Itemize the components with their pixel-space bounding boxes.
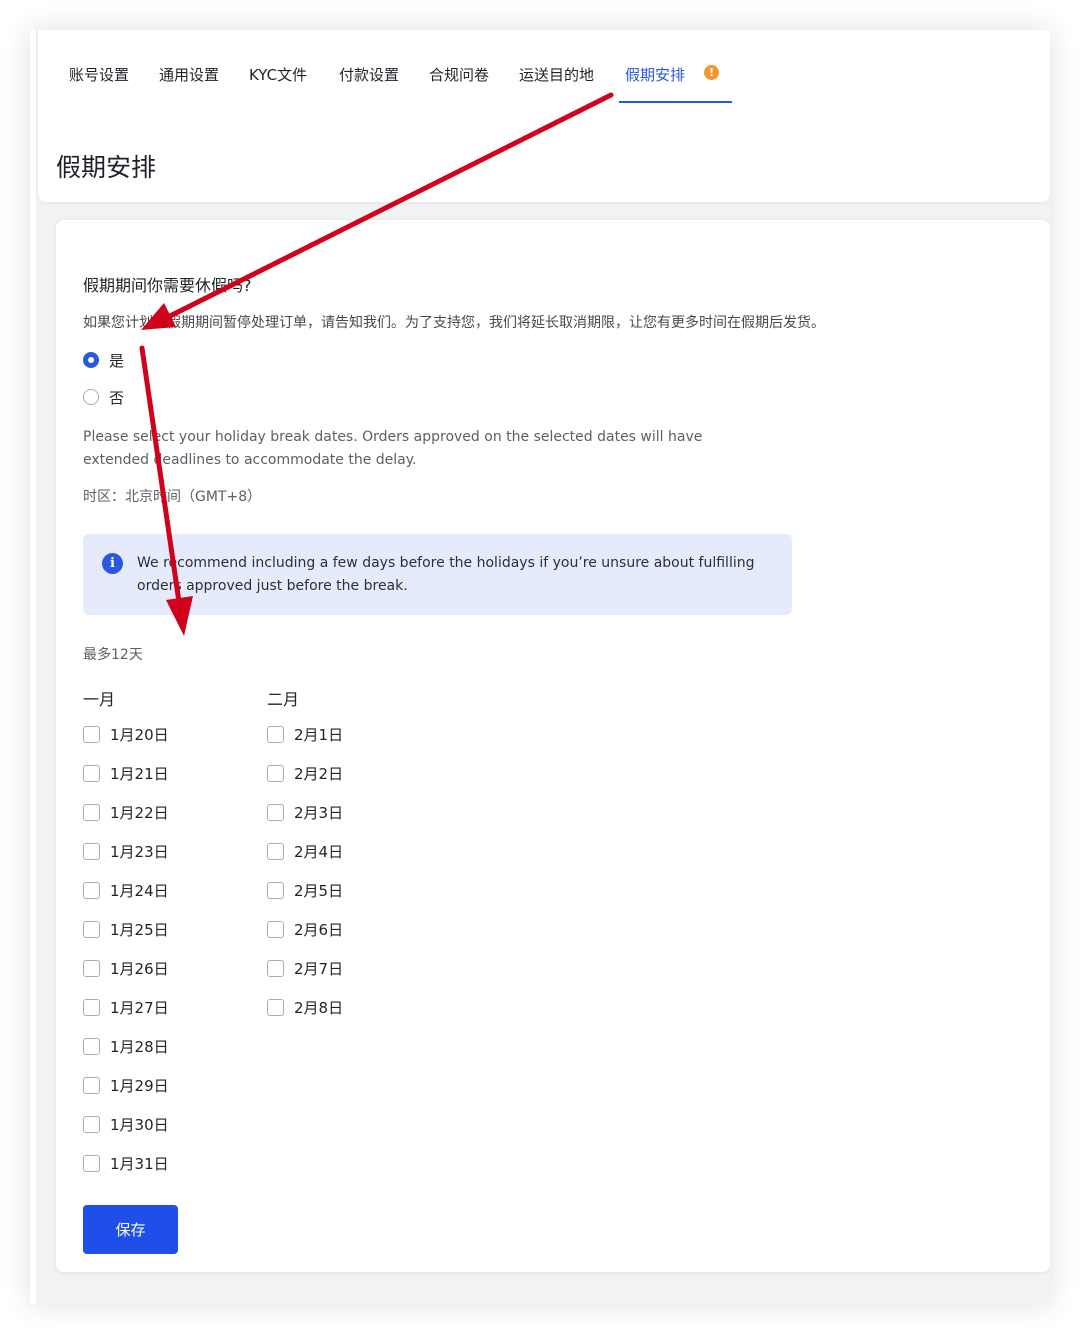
date-checkbox[interactable] — [83, 921, 100, 938]
date-checkbox[interactable] — [83, 960, 100, 977]
date-label: 1月31日 — [110, 1155, 169, 1173]
tab-general-settings[interactable]: 通用设置 — [159, 64, 219, 85]
date-option[interactable]: 2月5日 — [267, 881, 343, 920]
sidebar-edge — [30, 30, 36, 1304]
date-label: 1月30日 — [110, 1116, 169, 1134]
date-label: 2月2日 — [294, 765, 344, 783]
date-option[interactable]: 1月29日 — [83, 1076, 169, 1115]
date-label: 1月20日 — [110, 726, 169, 744]
date-option[interactable]: 1月27日 — [83, 998, 169, 1037]
tab-holiday-schedule[interactable]: 假期安排 — [625, 64, 685, 85]
info-banner: i We recommend including a few days befo… — [83, 534, 792, 615]
date-option[interactable]: 1月25日 — [83, 920, 169, 959]
date-checkbox[interactable] — [83, 1116, 100, 1133]
max-days-label: 最多12天 — [83, 647, 143, 663]
save-button[interactable]: 保存 — [83, 1205, 178, 1254]
month-heading-february: 二月 — [267, 690, 300, 709]
january-date-list: 1月20日 1月21日 1月22日 1月23日 1月24日 1月25日 1月26… — [83, 725, 169, 1193]
radio-button-no[interactable] — [83, 389, 99, 405]
radio-option-yes[interactable]: 是 — [83, 350, 124, 370]
date-checkbox[interactable] — [267, 960, 284, 977]
question-description: 如果您计划在假期期间暂停处理订单，请告知我们。为了支持您，我们将延长取消期限，让… — [83, 315, 825, 331]
date-option[interactable]: 2月7日 — [267, 959, 343, 998]
app-window: 账号设置 通用设置 KYC文件 付款设置 合规问卷 运送目的地 假期安排 ! 假… — [30, 30, 1050, 1304]
alert-icon: ! — [704, 65, 719, 80]
tab-account-settings[interactable]: 账号设置 — [69, 64, 129, 85]
date-label: 2月8日 — [294, 999, 344, 1017]
date-option[interactable]: 1月26日 — [83, 959, 169, 998]
date-checkbox[interactable] — [83, 1038, 100, 1055]
date-option[interactable]: 2月4日 — [267, 842, 343, 881]
date-checkbox[interactable] — [83, 999, 100, 1016]
tab-shipping-destinations[interactable]: 运送目的地 — [519, 64, 594, 85]
date-label: 1月29日 — [110, 1077, 169, 1095]
date-option[interactable]: 1月30日 — [83, 1115, 169, 1154]
radio-label-no: 否 — [109, 388, 125, 407]
date-option[interactable]: 1月23日 — [83, 842, 169, 881]
date-option[interactable]: 2月3日 — [267, 803, 343, 842]
date-checkbox[interactable] — [83, 765, 100, 782]
radio-button-yes[interactable] — [83, 352, 99, 368]
date-option[interactable]: 1月20日 — [83, 725, 169, 764]
date-checkbox[interactable] — [83, 882, 100, 899]
date-checkbox[interactable] — [267, 843, 284, 860]
date-checkbox[interactable] — [83, 726, 100, 743]
date-checkbox[interactable] — [267, 882, 284, 899]
date-checkbox[interactable] — [267, 804, 284, 821]
date-option[interactable]: 2月1日 — [267, 725, 343, 764]
radio-label-yes: 是 — [109, 351, 125, 370]
date-option[interactable]: 1月31日 — [83, 1154, 169, 1193]
info-banner-text: We recommend including a few days before… — [137, 555, 755, 594]
date-label: 1月21日 — [110, 765, 169, 783]
date-option[interactable]: 1月28日 — [83, 1037, 169, 1076]
active-tab-indicator — [619, 101, 732, 103]
date-label: 1月24日 — [110, 882, 169, 900]
date-option[interactable]: 2月2日 — [267, 764, 343, 803]
tab-payment-settings[interactable]: 付款设置 — [339, 64, 399, 85]
february-date-list: 2月1日 2月2日 2月3日 2月4日 2月5日 2月6日 2月7日 2月8日 — [267, 725, 343, 1037]
tab-compliance-questionnaire[interactable]: 合规问卷 — [429, 64, 489, 85]
radio-option-no[interactable]: 否 — [83, 387, 124, 407]
date-option[interactable]: 2月6日 — [267, 920, 343, 959]
header-card: 账号设置 通用设置 KYC文件 付款设置 合规问卷 运送目的地 假期安排 ! 假… — [38, 30, 1050, 202]
date-label: 2月4日 — [294, 843, 344, 861]
question-title: 假期期间你需要休假吗? — [83, 276, 252, 295]
timezone-label: 时区：北京时间（GMT+8） — [83, 489, 262, 505]
date-checkbox[interactable] — [83, 1155, 100, 1172]
month-heading-january: 一月 — [83, 690, 116, 709]
date-option[interactable]: 2月8日 — [267, 998, 343, 1037]
date-label: 1月26日 — [110, 960, 169, 978]
tab-kyc-documents[interactable]: KYC文件 — [249, 64, 307, 85]
date-option[interactable]: 1月22日 — [83, 803, 169, 842]
date-checkbox[interactable] — [267, 765, 284, 782]
date-checkbox[interactable] — [83, 804, 100, 821]
page-title: 假期安排 — [56, 153, 157, 182]
date-option[interactable]: 1月24日 — [83, 881, 169, 920]
date-checkbox[interactable] — [83, 1077, 100, 1094]
info-icon: i — [102, 553, 123, 574]
date-label: 1月27日 — [110, 999, 169, 1017]
date-label: 2月7日 — [294, 960, 344, 978]
date-checkbox[interactable] — [267, 999, 284, 1016]
date-checkbox[interactable] — [267, 921, 284, 938]
date-label: 2月6日 — [294, 921, 344, 939]
date-label: 2月3日 — [294, 804, 344, 822]
date-label: 1月25日 — [110, 921, 169, 939]
date-checkbox[interactable] — [83, 843, 100, 860]
date-label: 2月1日 — [294, 726, 344, 744]
date-label: 1月22日 — [110, 804, 169, 822]
date-label: 1月28日 — [110, 1038, 169, 1056]
date-selection-hint: Please select your holiday break dates. … — [83, 429, 703, 468]
date-checkbox[interactable] — [267, 726, 284, 743]
date-option[interactable]: 1月21日 — [83, 764, 169, 803]
holiday-form-card: 假期期间你需要休假吗? 如果您计划在假期期间暂停处理订单，请告知我们。为了支持您… — [56, 220, 1050, 1272]
date-label: 1月23日 — [110, 843, 169, 861]
date-label: 2月5日 — [294, 882, 344, 900]
